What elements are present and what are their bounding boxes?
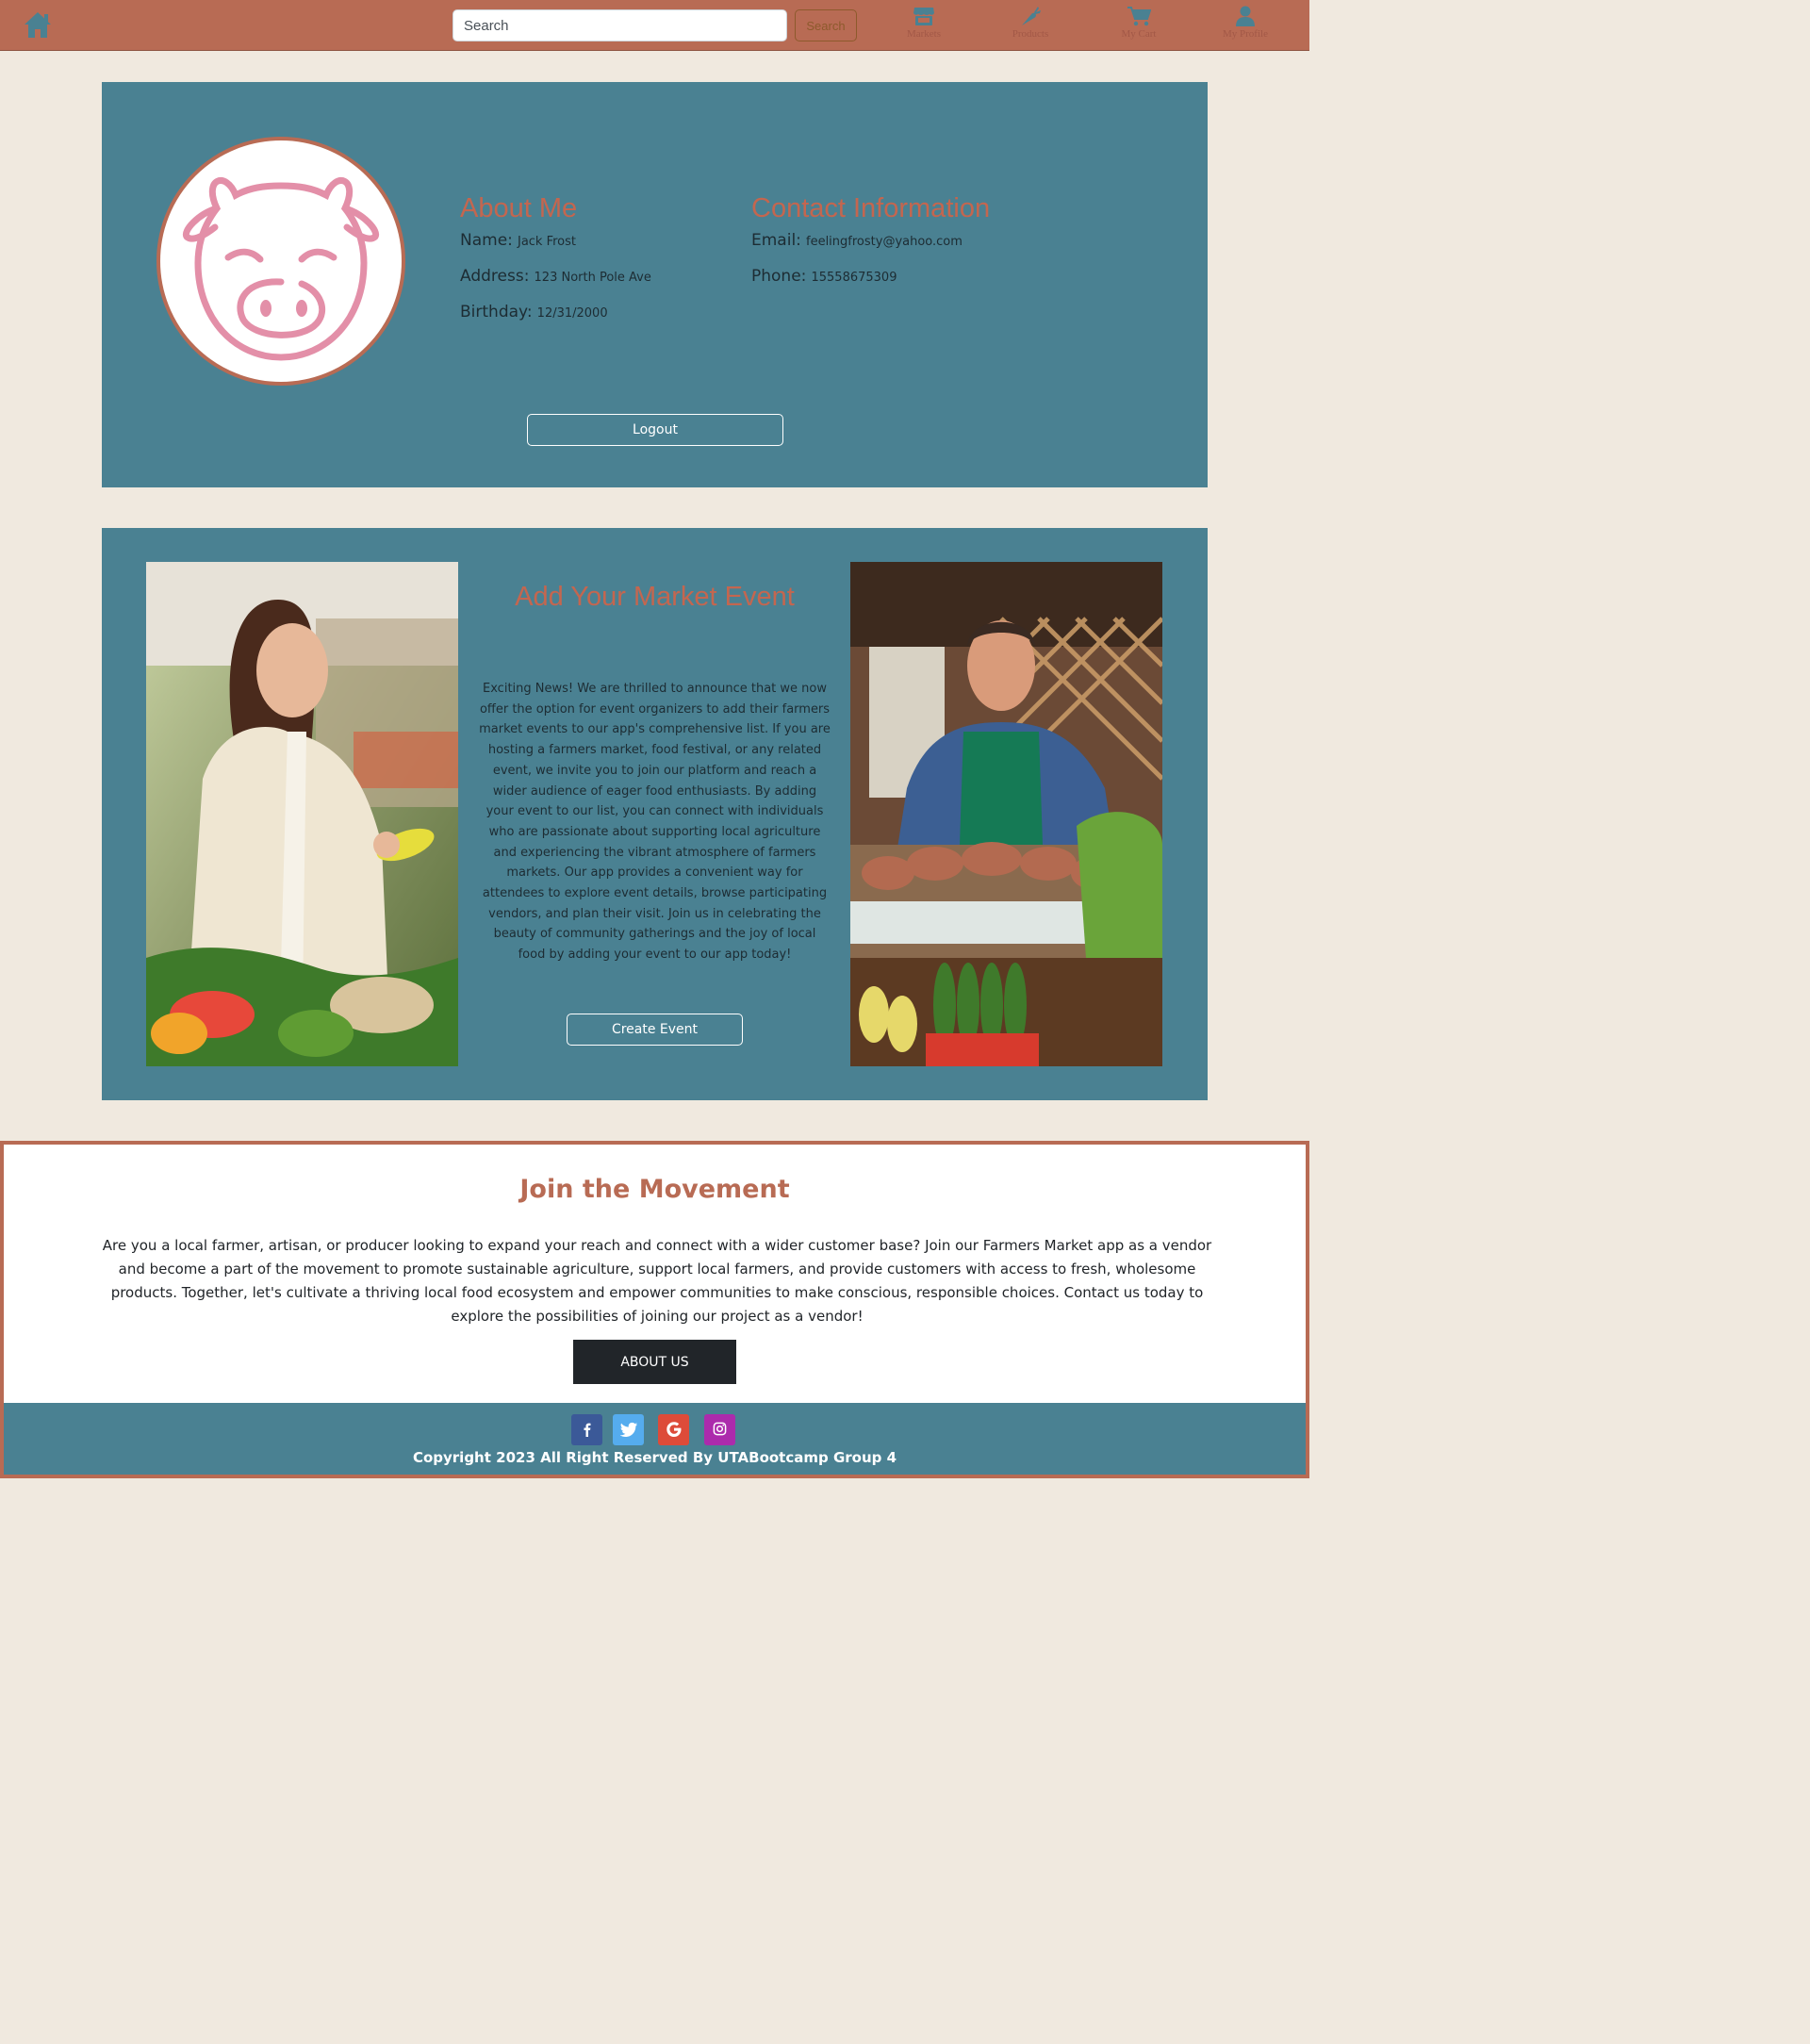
email-value: feelingfrosty@yahoo.com	[806, 235, 963, 249]
avatar	[156, 137, 405, 386]
logout-button[interactable]: Logout	[527, 414, 783, 446]
nav-profile[interactable]: My Profile	[1200, 6, 1291, 45]
event-description: Exciting News! We are thrilled to announ…	[479, 682, 831, 963]
twitter-icon	[619, 1422, 637, 1437]
navbar: Search Markets Products My Cart My Profi…	[0, 0, 1309, 51]
nav-cart-label: My Cart	[1121, 28, 1157, 40]
facebook-icon	[584, 1423, 590, 1437]
facebook-link[interactable]	[571, 1414, 602, 1445]
nav-markets-label: Markets	[906, 28, 942, 40]
event-title: Add Your Market Event	[515, 582, 795, 612]
join-section: Join the Movement Are you a local farmer…	[0, 1141, 1309, 1405]
email-label: Email:	[751, 231, 801, 250]
phone-value: 15558675309	[811, 271, 897, 285]
pig-icon	[182, 177, 380, 361]
carrot-icon	[1022, 7, 1041, 25]
name-label: Name:	[460, 231, 513, 250]
name-row: Name: Jack Frost	[460, 230, 651, 266]
contact-heading: Contact Information	[751, 193, 991, 223]
join-title: Join the Movement	[519, 1175, 790, 1204]
footer: Copyright 2023 All Right Reserved By UTA…	[0, 1403, 1309, 1478]
event-card: Add Your Market Event Exciting News! We …	[102, 528, 1208, 1100]
contact-column: Contact Information Email: feelingfrosty…	[751, 192, 990, 302]
search-input[interactable]	[452, 9, 787, 41]
nav-profile-label: My Profile	[1223, 28, 1268, 40]
address-label: Address:	[460, 267, 530, 286]
phone-row: Phone: 15558675309	[751, 266, 990, 302]
address-row: Address: 123 North Pole Ave	[460, 266, 651, 302]
create-event-button[interactable]: Create Event	[567, 1014, 743, 1046]
search-button[interactable]: Search	[795, 9, 857, 41]
about-heading: About Me	[460, 193, 578, 223]
home-icon	[25, 12, 51, 38]
instagram-link[interactable]	[704, 1414, 735, 1445]
birthday-row: Birthday: 12/31/2000	[460, 302, 651, 338]
about-us-button[interactable]: ABOUT US	[573, 1340, 736, 1384]
about-me-column: About Me Name: Jack Frost Address: 123 N…	[460, 192, 651, 338]
shopper-photo	[146, 562, 458, 1066]
user-icon	[1236, 6, 1255, 26]
nav-cart[interactable]: My Cart	[1094, 6, 1184, 45]
birthday-value: 12/31/2000	[536, 306, 608, 321]
address-value: 123 North Pole Ave	[534, 271, 651, 285]
home-link[interactable]	[23, 10, 53, 41]
birthday-label: Birthday:	[460, 303, 533, 321]
nav-markets[interactable]: Markets	[879, 6, 969, 45]
twitter-link[interactable]	[613, 1414, 644, 1445]
store-icon	[913, 8, 934, 25]
name-value: Jack Frost	[517, 235, 577, 249]
nav-products-label: Products	[1012, 28, 1049, 40]
farmer-photo	[850, 562, 1162, 1066]
profile-card: About Me Name: Jack Frost Address: 123 N…	[102, 82, 1208, 487]
copyright-text: Copyright 2023 All Right Reserved By UTA…	[412, 1449, 897, 1466]
google-icon	[666, 1422, 681, 1437]
google-link[interactable]	[658, 1414, 689, 1445]
phone-label: Phone:	[751, 267, 807, 286]
instagram-icon	[713, 1422, 727, 1436]
join-description: Are you a local farmer, artisan, or prod…	[102, 1237, 1212, 1325]
cart-icon	[1127, 7, 1151, 26]
nav-products[interactable]: Products	[985, 6, 1076, 45]
email-row: Email: feelingfrosty@yahoo.com	[751, 230, 990, 266]
